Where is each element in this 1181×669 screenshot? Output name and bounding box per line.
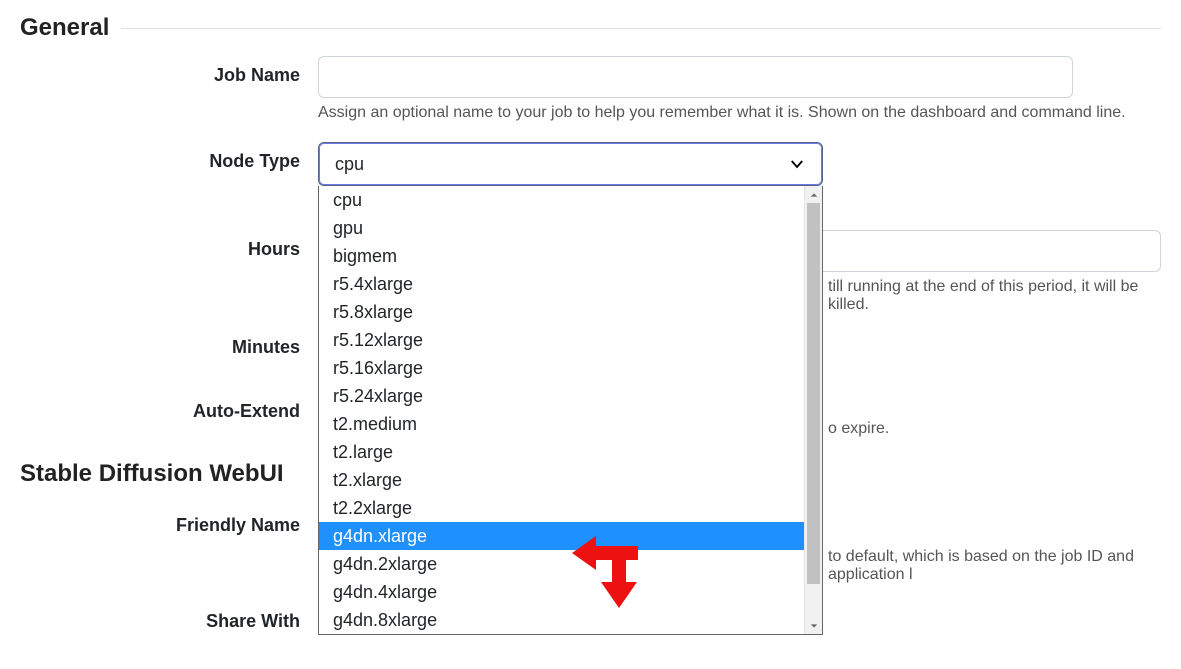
node-type-select-display[interactable]: cpu [318, 142, 823, 186]
node-type-dropdown[interactable]: cpugpubigmemr5.4xlarger5.8xlarger5.12xla… [318, 186, 823, 635]
label-hours: Hours [20, 230, 318, 268]
chevron-down-icon [788, 155, 806, 173]
dropdown-scrollbar[interactable] [804, 186, 822, 634]
help-hours: till running at the end of this period, … [828, 278, 1161, 314]
node-type-option[interactable]: cpu [319, 186, 805, 214]
job-name-input[interactable] [318, 56, 1073, 98]
node-type-option[interactable]: g4dn.8xlarge [319, 606, 805, 634]
node-type-option[interactable]: g4dn.4xlarge [319, 578, 805, 606]
help-job-name: Assign an optional name to your job to h… [318, 104, 1161, 122]
label-share-with: Share With [20, 602, 318, 640]
node-type-option[interactable]: t2.large [319, 438, 805, 466]
help-auto-extend: o expire. [828, 420, 1161, 438]
node-type-select[interactable]: cpu cpugpubigmemr5.4xlarger5.8xlarger5.1… [318, 142, 823, 186]
scroll-track[interactable] [805, 203, 822, 617]
label-auto-extend: Auto-Extend [20, 392, 318, 430]
help-friendly-name: to default, which is based on the job ID… [828, 548, 1161, 584]
node-type-option[interactable]: r5.8xlarge [319, 298, 805, 326]
node-type-option[interactable]: t2.xlarge [319, 466, 805, 494]
node-type-option[interactable]: gpu [319, 214, 805, 242]
node-type-option[interactable]: bigmem [319, 242, 805, 270]
label-node-type: Node Type [20, 142, 318, 180]
node-type-option[interactable]: r5.4xlarge [319, 270, 805, 298]
row-node-type: Node Type cpu cpugpubigmemr5.4xlarger5.8… [20, 142, 1161, 186]
node-type-option[interactable]: r5.16xlarge [319, 354, 805, 382]
node-type-option[interactable]: r5.12xlarge [319, 326, 805, 354]
node-type-option[interactable]: r5.24xlarge [319, 382, 805, 410]
scroll-thumb[interactable] [807, 203, 820, 584]
label-minutes: Minutes [20, 328, 318, 366]
label-friendly-name: Friendly Name [20, 506, 318, 544]
node-type-option[interactable]: g4dn.2xlarge [319, 550, 805, 578]
node-type-option[interactable]: g4dn.xlarge [319, 522, 805, 550]
node-type-option[interactable]: t2.medium [319, 410, 805, 438]
node-type-selected-value: cpu [335, 154, 364, 175]
scroll-up-icon[interactable] [805, 186, 822, 203]
section-header-general: General [20, 14, 1161, 42]
section-rule [121, 28, 1161, 29]
section-title-general: General [20, 14, 109, 42]
label-job-name: Job Name [20, 56, 318, 94]
row-job-name: Job Name Assign an optional name to your… [20, 56, 1161, 122]
node-type-option[interactable]: t2.2xlarge [319, 494, 805, 522]
scroll-down-icon[interactable] [805, 617, 822, 634]
